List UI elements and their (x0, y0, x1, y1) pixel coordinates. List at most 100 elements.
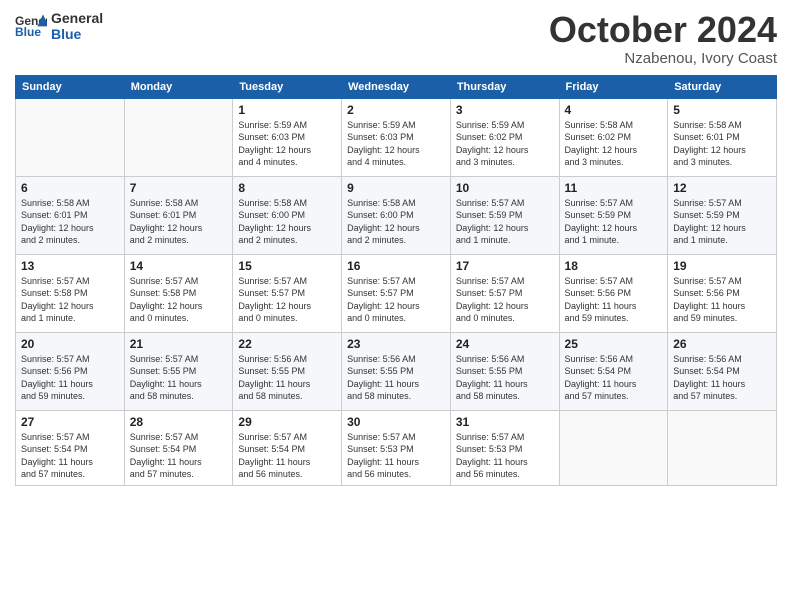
calendar-cell: 23 Sunrise: 5:56 AM Sunset: 5:55 PM Dayli… (342, 332, 451, 410)
calendar-table: SundayMondayTuesdayWednesdayThursdayFrid… (15, 75, 777, 486)
calendar-cell: 6 Sunrise: 5:58 AM Sunset: 6:01 PM Daylig… (16, 176, 125, 254)
day-info: Sunrise: 5:58 AM Sunset: 6:01 PM Dayligh… (130, 197, 228, 247)
weekday-header-thursday: Thursday (450, 75, 559, 98)
calendar-cell: 24 Sunrise: 5:56 AM Sunset: 5:55 PM Dayli… (450, 332, 559, 410)
day-info: Sunrise: 5:58 AM Sunset: 6:01 PM Dayligh… (673, 119, 771, 169)
day-info: Sunrise: 5:58 AM Sunset: 6:01 PM Dayligh… (21, 197, 119, 247)
calendar-cell: 25 Sunrise: 5:56 AM Sunset: 5:54 PM Dayli… (559, 332, 668, 410)
day-info: Sunrise: 5:56 AM Sunset: 5:54 PM Dayligh… (565, 353, 663, 403)
calendar-cell: 13 Sunrise: 5:57 AM Sunset: 5:58 PM Dayli… (16, 254, 125, 332)
calendar-cell: 19Sunrise: 5:57 AM Sunset: 5:56 PM Dayli… (668, 254, 777, 332)
location-title: Nzabenou, Ivory Coast (549, 50, 777, 67)
calendar-cell: 2Sunrise: 5:59 AM Sunset: 6:03 PM Daylig… (342, 98, 451, 176)
week-row-3: 13 Sunrise: 5:57 AM Sunset: 5:58 PM Dayli… (16, 254, 777, 332)
calendar-cell: 9 Sunrise: 5:58 AM Sunset: 6:00 PM Daylig… (342, 176, 451, 254)
day-info: Sunrise: 5:58 AM Sunset: 6:00 PM Dayligh… (238, 197, 336, 247)
day-info: Sunrise: 5:56 AM Sunset: 5:54 PM Dayligh… (673, 353, 771, 403)
day-number: 1 (238, 103, 336, 117)
day-number: 27 (21, 415, 119, 429)
day-number: 23 (347, 337, 445, 351)
day-number: 28 (130, 415, 228, 429)
day-number: 12 (673, 181, 771, 195)
day-number: 13 (21, 259, 119, 273)
day-info: Sunrise: 5:57 AM Sunset: 5:58 PM Dayligh… (130, 275, 228, 325)
calendar-cell: 21Sunrise: 5:57 AM Sunset: 5:55 PM Dayli… (124, 332, 233, 410)
day-info: Sunrise: 5:56 AM Sunset: 5:55 PM Dayligh… (238, 353, 336, 403)
calendar-cell: 12 Sunrise: 5:57 AM Sunset: 5:59 PM Dayli… (668, 176, 777, 254)
calendar-cell (668, 410, 777, 485)
calendar-cell (124, 98, 233, 176)
calendar-cell: 28 Sunrise: 5:57 AM Sunset: 5:54 PM Dayli… (124, 410, 233, 485)
day-number: 15 (238, 259, 336, 273)
day-number: 29 (238, 415, 336, 429)
day-number: 25 (565, 337, 663, 351)
day-info: Sunrise: 5:58 AM Sunset: 6:00 PM Dayligh… (347, 197, 445, 247)
day-info: Sunrise: 5:57 AM Sunset: 5:57 PM Dayligh… (456, 275, 554, 325)
day-info: Sunrise: 5:59 AM Sunset: 6:02 PM Dayligh… (456, 119, 554, 169)
calendar-cell: 5 Sunrise: 5:58 AM Sunset: 6:01 PM Daylig… (668, 98, 777, 176)
day-info: Sunrise: 5:57 AM Sunset: 5:55 PM Dayligh… (130, 353, 228, 403)
day-number: 11 (565, 181, 663, 195)
day-info: Sunrise: 5:57 AM Sunset: 5:58 PM Dayligh… (21, 275, 119, 325)
calendar-cell: 14Sunrise: 5:57 AM Sunset: 5:58 PM Dayli… (124, 254, 233, 332)
day-info: Sunrise: 5:58 AM Sunset: 6:02 PM Dayligh… (565, 119, 663, 169)
day-number: 7 (130, 181, 228, 195)
calendar-cell (559, 410, 668, 485)
calendar-cell: 26 Sunrise: 5:56 AM Sunset: 5:54 PM Dayli… (668, 332, 777, 410)
page: General Blue General Blue October 2024 N… (0, 0, 792, 612)
title-area: October 2024 Nzabenou, Ivory Coast (549, 10, 777, 67)
day-number: 30 (347, 415, 445, 429)
calendar-cell: 4 Sunrise: 5:58 AM Sunset: 6:02 PM Daylig… (559, 98, 668, 176)
day-info: Sunrise: 5:56 AM Sunset: 5:55 PM Dayligh… (347, 353, 445, 403)
day-number: 5 (673, 103, 771, 117)
logo-blue: Blue (51, 26, 103, 42)
day-info: Sunrise: 5:57 AM Sunset: 5:53 PM Dayligh… (456, 431, 554, 481)
calendar-cell: 1Sunrise: 5:59 AM Sunset: 6:03 PM Daylig… (233, 98, 342, 176)
day-number: 4 (565, 103, 663, 117)
weekday-header-friday: Friday (559, 75, 668, 98)
weekday-header-row: SundayMondayTuesdayWednesdayThursdayFrid… (16, 75, 777, 98)
day-number: 26 (673, 337, 771, 351)
calendar-cell: 7 Sunrise: 5:58 AM Sunset: 6:01 PM Daylig… (124, 176, 233, 254)
weekday-header-saturday: Saturday (668, 75, 777, 98)
calendar-cell: 20 Sunrise: 5:57 AM Sunset: 5:56 PM Dayli… (16, 332, 125, 410)
calendar-cell (16, 98, 125, 176)
svg-text:Blue: Blue (15, 25, 41, 39)
calendar-cell: 18Sunrise: 5:57 AM Sunset: 5:56 PM Dayli… (559, 254, 668, 332)
calendar-cell: 29Sunrise: 5:57 AM Sunset: 5:54 PM Dayli… (233, 410, 342, 485)
day-info: Sunrise: 5:57 AM Sunset: 5:59 PM Dayligh… (673, 197, 771, 247)
header: General Blue General Blue October 2024 N… (15, 10, 777, 67)
day-info: Sunrise: 5:57 AM Sunset: 5:57 PM Dayligh… (238, 275, 336, 325)
calendar-cell: 30 Sunrise: 5:57 AM Sunset: 5:53 PM Dayli… (342, 410, 451, 485)
calendar-cell: 8 Sunrise: 5:58 AM Sunset: 6:00 PM Daylig… (233, 176, 342, 254)
day-number: 22 (238, 337, 336, 351)
week-row-4: 20 Sunrise: 5:57 AM Sunset: 5:56 PM Dayli… (16, 332, 777, 410)
day-info: Sunrise: 5:57 AM Sunset: 5:59 PM Dayligh… (456, 197, 554, 247)
calendar-cell: 15 Sunrise: 5:57 AM Sunset: 5:57 PM Dayli… (233, 254, 342, 332)
calendar-cell: 27 Sunrise: 5:57 AM Sunset: 5:54 PM Dayli… (16, 410, 125, 485)
day-number: 6 (21, 181, 119, 195)
day-info: Sunrise: 5:57 AM Sunset: 5:56 PM Dayligh… (21, 353, 119, 403)
day-info: Sunrise: 5:57 AM Sunset: 5:56 PM Dayligh… (565, 275, 663, 325)
day-number: 10 (456, 181, 554, 195)
day-info: Sunrise: 5:57 AM Sunset: 5:53 PM Dayligh… (347, 431, 445, 481)
weekday-header-tuesday: Tuesday (233, 75, 342, 98)
day-number: 31 (456, 415, 554, 429)
weekday-header-monday: Monday (124, 75, 233, 98)
day-info: Sunrise: 5:56 AM Sunset: 5:55 PM Dayligh… (456, 353, 554, 403)
day-number: 16 (347, 259, 445, 273)
day-info: Sunrise: 5:57 AM Sunset: 5:54 PM Dayligh… (130, 431, 228, 481)
day-number: 2 (347, 103, 445, 117)
day-info: Sunrise: 5:57 AM Sunset: 5:57 PM Dayligh… (347, 275, 445, 325)
week-row-1: 1Sunrise: 5:59 AM Sunset: 6:03 PM Daylig… (16, 98, 777, 176)
day-number: 8 (238, 181, 336, 195)
day-number: 17 (456, 259, 554, 273)
day-number: 20 (21, 337, 119, 351)
day-info: Sunrise: 5:57 AM Sunset: 5:54 PM Dayligh… (21, 431, 119, 481)
day-info: Sunrise: 5:57 AM Sunset: 5:56 PM Dayligh… (673, 275, 771, 325)
month-title: October 2024 (549, 10, 777, 50)
logo: General Blue General Blue (15, 10, 103, 42)
day-number: 9 (347, 181, 445, 195)
day-number: 24 (456, 337, 554, 351)
calendar-cell: 3Sunrise: 5:59 AM Sunset: 6:02 PM Daylig… (450, 98, 559, 176)
